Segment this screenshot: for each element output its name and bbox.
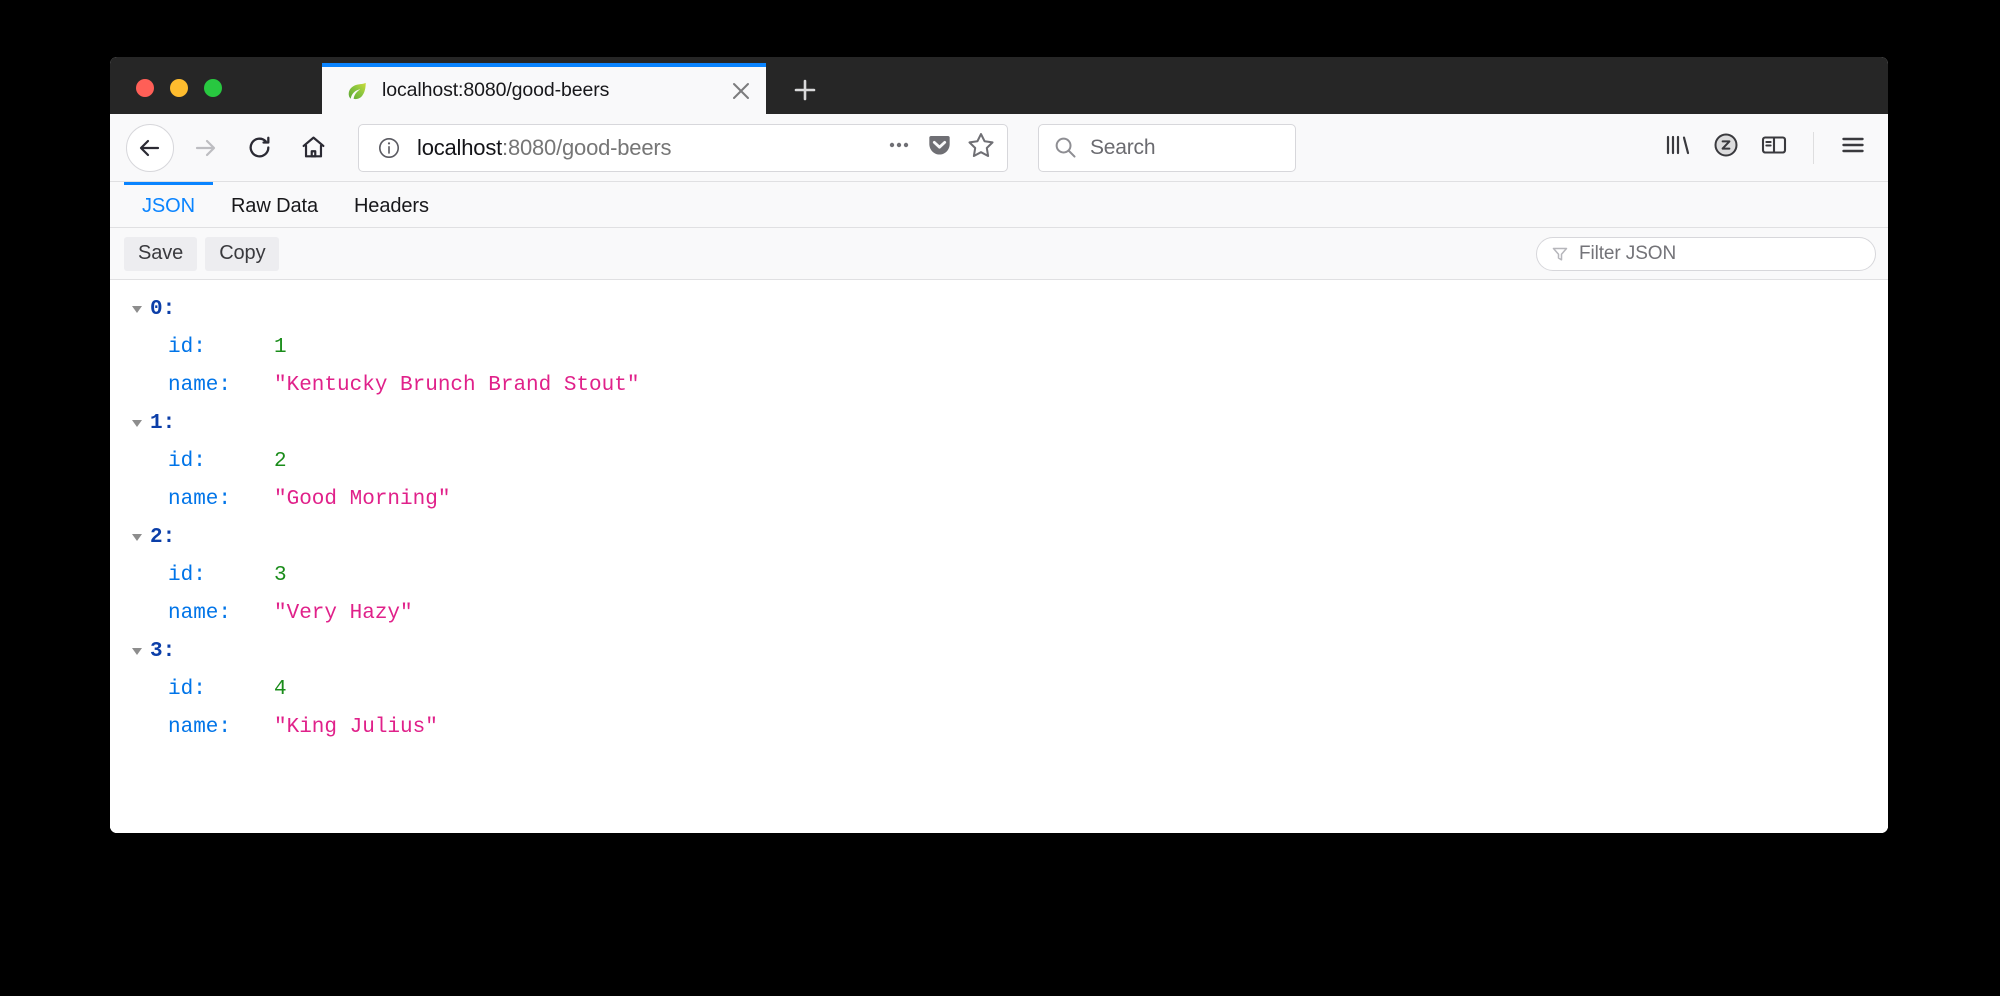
json-value: "Good Morning": [274, 487, 451, 511]
window-minimize-button[interactable]: [170, 79, 188, 97]
info-icon[interactable]: [377, 136, 401, 160]
json-property-row: name: "Good Morning": [110, 480, 1888, 518]
json-value: 2: [274, 449, 287, 473]
json-value: 1: [274, 335, 287, 359]
expand-triangle-icon[interactable]: [128, 528, 146, 546]
json-key: name:: [168, 487, 232, 511]
json-array-item-header[interactable]: 1:: [110, 404, 1888, 442]
url-host: localhost: [417, 134, 503, 160]
tab-raw-data[interactable]: Raw Data: [213, 182, 336, 227]
url-bar-actions: [886, 131, 995, 164]
tab-strip: localhost:8080/good-beers: [110, 57, 1888, 114]
json-key: name:: [168, 601, 232, 625]
window-close-button[interactable]: [136, 79, 154, 97]
json-key: id:: [168, 677, 206, 701]
json-property-row: name: "Kentucky Brunch Brand Stout": [110, 366, 1888, 404]
json-index-label: 2:: [150, 525, 176, 549]
json-key: name:: [168, 715, 232, 739]
json-key: name:: [168, 373, 232, 397]
window-traffic-lights: [136, 79, 222, 97]
tab-close-icon[interactable]: [724, 74, 758, 108]
filter-json-input[interactable]: Filter JSON: [1536, 236, 1876, 271]
json-array-item-header[interactable]: 2:: [110, 518, 1888, 556]
json-array-item-header[interactable]: 0:: [110, 290, 1888, 328]
reload-button[interactable]: [236, 125, 282, 171]
copy-button[interactable]: Copy: [205, 236, 280, 271]
json-property-row: id: 1: [110, 328, 1888, 366]
tab-headers[interactable]: Headers: [336, 182, 447, 227]
json-key: id:: [168, 335, 206, 359]
json-property-row: name: "King Julius": [110, 708, 1888, 746]
json-key: id:: [168, 449, 206, 473]
pocket-icon[interactable]: [926, 132, 953, 164]
json-key: id:: [168, 563, 206, 587]
window-zoom-button[interactable]: [204, 79, 222, 97]
funnel-icon: [1552, 247, 1568, 261]
library-icon[interactable]: [1663, 130, 1693, 165]
toolbar-separator: [1813, 131, 1814, 164]
json-value: 3: [274, 563, 287, 587]
search-bar[interactable]: Search: [1038, 123, 1296, 172]
navigation-toolbar: localhost:8080/good-beers Search: [110, 114, 1888, 182]
json-value: "Kentucky Brunch Brand Stout": [274, 373, 640, 397]
json-index-label: 1:: [150, 411, 176, 435]
back-button[interactable]: [126, 123, 174, 172]
sidebar-icon[interactable]: [1759, 130, 1789, 165]
json-array-item-header[interactable]: 3:: [110, 632, 1888, 670]
expand-triangle-icon[interactable]: [128, 642, 146, 660]
star-icon[interactable]: [967, 131, 995, 164]
browser-tab[interactable]: localhost:8080/good-beers: [322, 63, 766, 114]
account-icon[interactable]: [1711, 130, 1741, 165]
json-value: "King Julius": [274, 715, 438, 739]
browser-window: localhost:8080/good-beers localhost:8080…: [110, 57, 1888, 833]
json-viewer: JSON Raw Data Headers Save Copy Filter J…: [110, 182, 1888, 833]
json-viewer-tabs: JSON Raw Data Headers: [110, 182, 1888, 228]
json-value: "Very Hazy": [274, 601, 413, 625]
tab-title: localhost:8080/good-beers: [382, 79, 610, 101]
home-button[interactable]: [290, 125, 336, 171]
url-path: :8080/good-beers: [502, 134, 672, 160]
new-tab-button[interactable]: [786, 71, 824, 109]
spring-leaf-icon: [348, 82, 366, 99]
search-icon: [1055, 137, 1076, 158]
json-viewer-toolbar: Save Copy Filter JSON: [110, 228, 1888, 280]
tab-json[interactable]: JSON: [124, 182, 213, 227]
expand-triangle-icon[interactable]: [128, 414, 146, 432]
json-index-label: 0:: [150, 297, 176, 321]
search-input-placeholder[interactable]: Search: [1090, 136, 1156, 160]
hamburger-menu-icon[interactable]: [1838, 130, 1868, 165]
json-property-row: id: 3: [110, 556, 1888, 594]
json-property-row: name: "Very Hazy": [110, 594, 1888, 632]
json-index-label: 3:: [150, 639, 176, 663]
json-property-row: id: 4: [110, 670, 1888, 708]
json-property-row: id: 2: [110, 442, 1888, 480]
json-content: 0: id: 1 name: "Kentucky Brunch Brand St…: [110, 280, 1888, 833]
forward-button[interactable]: [182, 125, 228, 171]
page-actions-icon[interactable]: [886, 132, 912, 163]
save-button[interactable]: Save: [124, 236, 198, 271]
toolbar-right-icons: [1296, 130, 1872, 165]
expand-triangle-icon[interactable]: [128, 300, 146, 318]
url-text[interactable]: localhost:8080/good-beers: [417, 135, 886, 161]
filter-json-placeholder[interactable]: Filter JSON: [1579, 243, 1676, 265]
url-bar[interactable]: localhost:8080/good-beers: [358, 123, 1008, 172]
json-value: 4: [274, 677, 287, 701]
